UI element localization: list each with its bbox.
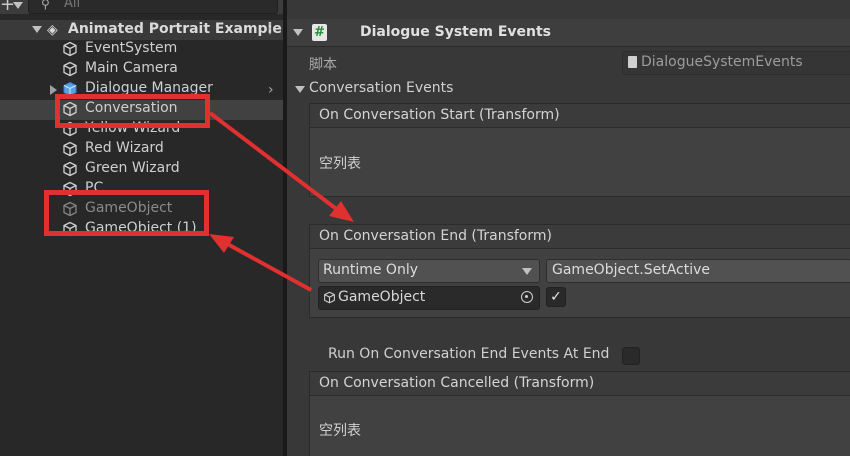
hierarchy-item-yellow-wizard[interactable]: Yellow Wizard	[0, 120, 283, 140]
on-end-list: Runtime Only GameObject.SetActive GameOb…	[309, 248, 850, 318]
gameobject-icon	[62, 221, 78, 237]
add-dropdown-icon[interactable]	[13, 2, 23, 9]
hierarchy-panel: + ⚲ All ◈ Animated Portrait Example ⋮ Ev…	[0, 0, 283, 456]
on-start-header: On Conversation Start (Transform)	[309, 103, 850, 128]
component-collapse-icon[interactable]	[293, 29, 303, 36]
on-cancelled-empty-text: 空列表	[319, 423, 361, 439]
gameobject-icon	[62, 201, 78, 217]
function-value: GameObject.SetActive	[552, 262, 711, 278]
hierarchy-item-label: PC	[85, 180, 104, 196]
gameobject-icon	[62, 141, 78, 157]
gameobject-icon	[62, 101, 78, 117]
expand-icon[interactable]	[50, 85, 57, 95]
conversation-events-label[interactable]: Conversation Events	[309, 80, 453, 96]
hierarchy-item-gameobject[interactable]: GameObject	[0, 200, 283, 220]
gameobject-icon	[62, 121, 78, 137]
hierarchy-item-red-wizard[interactable]: Red Wizard	[0, 140, 283, 160]
hierarchy-item-main-camera[interactable]: Main Camera	[0, 60, 283, 80]
unity-scene-icon: ◈	[47, 22, 58, 38]
scene-menu-icon[interactable]: ⋮	[263, 21, 277, 37]
on-cancelled-title: On Conversation Cancelled (Transform)	[319, 375, 595, 391]
hierarchy-item-label: Conversation	[85, 100, 178, 116]
component-title: Dialogue System Events	[360, 24, 552, 40]
gameobject-icon	[62, 61, 78, 77]
on-end-title: On Conversation End (Transform)	[319, 228, 552, 244]
hierarchy-item-label: GameObject (1)	[85, 220, 197, 236]
script-field[interactable]: DialogueSystemEvents	[622, 51, 850, 75]
set-active-checkbox[interactable]: ✓	[546, 287, 566, 307]
hierarchy-item-eventsystem[interactable]: EventSystem	[0, 40, 283, 60]
hierarchy-item-label: Main Camera	[85, 60, 178, 76]
gameobject-icon	[62, 181, 78, 197]
on-start-list: 空列表	[309, 127, 850, 197]
prefab-open-icon[interactable]: ›	[268, 82, 274, 98]
prefab-icon	[62, 81, 78, 97]
script-label: 脚本	[309, 57, 337, 73]
hierarchy-item-dialogue-manager[interactable]: Dialogue Manager ›	[0, 80, 283, 100]
csharp-script-icon: #	[312, 24, 327, 41]
hierarchy-item-gameobject-1[interactable]: GameObject (1)	[0, 220, 283, 240]
conversation-events-collapse-icon[interactable]	[295, 86, 305, 93]
hierarchy-item-green-wizard[interactable]: Green Wizard	[0, 160, 283, 180]
component-header[interactable]: # Dialogue System Events	[287, 19, 850, 47]
run-on-end-label: Run On Conversation End Events At End	[328, 346, 610, 362]
dropdown-arrow-icon	[522, 268, 532, 275]
scene-row[interactable]: ◈ Animated Portrait Example ⋮	[0, 20, 283, 40]
on-cancelled-list: 空列表	[309, 395, 850, 456]
hierarchy-item-label: Green Wizard	[85, 160, 180, 176]
hierarchy-item-label: GameObject	[85, 200, 173, 216]
script-file-icon	[628, 56, 637, 68]
hierarchy-item-pc[interactable]: PC	[0, 180, 283, 200]
hierarchy-item-label: EventSystem	[85, 40, 178, 56]
gameobject-icon	[62, 161, 78, 177]
target-object-field[interactable]: GameObject	[318, 286, 540, 310]
gameobject-icon	[323, 291, 336, 304]
gameobject-icon	[62, 41, 78, 57]
run-on-end-checkbox[interactable]	[622, 347, 640, 365]
hierarchy-item-label: Red Wizard	[85, 140, 164, 156]
call-state-value: Runtime Only	[323, 262, 418, 278]
search-placeholder: All	[64, 0, 81, 11]
call-state-dropdown[interactable]: Runtime Only	[318, 259, 540, 283]
scene-name: Animated Portrait Example	[68, 21, 282, 37]
target-object-value: GameObject	[338, 289, 426, 305]
on-start-title: On Conversation Start (Transform)	[319, 107, 560, 123]
object-picker-icon[interactable]	[521, 291, 533, 303]
on-end-header: On Conversation End (Transform)	[309, 224, 850, 249]
hierarchy-item-label: Yellow Wizard	[85, 120, 181, 136]
scene-expand-icon[interactable]	[32, 26, 42, 33]
search-icon: ⚲	[41, 0, 50, 11]
function-dropdown[interactable]: GameObject.SetActive	[546, 259, 850, 283]
script-field-value: DialogueSystemEvents	[641, 54, 803, 70]
hierarchy-item-conversation[interactable]: Conversation	[0, 100, 283, 120]
inspector-panel: # Dialogue System Events 脚本 DialogueSyst…	[287, 0, 850, 456]
hierarchy-item-label: Dialogue Manager	[85, 80, 213, 96]
on-cancelled-header: On Conversation Cancelled (Transform)	[309, 371, 850, 396]
on-start-empty-text: 空列表	[319, 156, 361, 172]
